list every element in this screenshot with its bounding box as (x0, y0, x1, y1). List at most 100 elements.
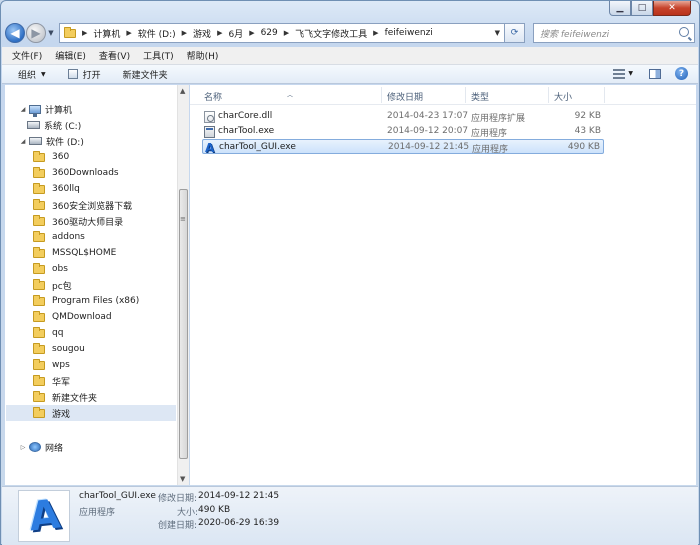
column-size[interactable]: 大小 (554, 90, 572, 103)
view-options-icon[interactable] (613, 68, 626, 79)
address-bar[interactable]: ▶ 计算机 ▶ 软件 (D:) ▶ 游戏 ▶ 6月 ▶ 629 ▶ 飞飞文字修改工具 ▶ feifeiwe… (59, 23, 505, 43)
breadcrumb-item[interactable]: 计算机 (93, 27, 120, 40)
organize-button[interactable]: 组织 ▼ (18, 68, 46, 81)
folder-icon (33, 214, 45, 226)
tree-item-folder[interactable]: obs (33, 261, 68, 277)
tree-item-folder[interactable]: qq (33, 325, 63, 341)
folder-icon (33, 278, 45, 290)
file-modified: 2014-09-12 21:45 (388, 142, 470, 152)
column-type[interactable]: 类型 (471, 90, 489, 103)
breadcrumb-separator-icon[interactable]: ▶ (126, 29, 131, 37)
chevron-down-icon: ▼ (41, 70, 46, 78)
breadcrumb-item[interactable]: feifeiwenzi (385, 28, 433, 38)
scroll-up-icon[interactable]: ▲ (180, 87, 185, 95)
breadcrumb-item[interactable]: 629 (261, 28, 278, 38)
file-thumbnail: A (18, 490, 70, 542)
tree-item-label: 360安全浏览器下载 (52, 201, 133, 212)
search-input[interactable]: 搜索 feifeiwenzi (533, 23, 695, 43)
caption-buttons: ▁ □ ✕ (609, 1, 691, 16)
new-folder-button[interactable]: 新建文件夹 (123, 68, 168, 81)
folder-icon (33, 390, 45, 402)
breadcrumb-separator-icon[interactable]: ▶ (284, 29, 289, 37)
menu-view[interactable]: 查看(V) (99, 49, 130, 62)
details-size-value: 490 KB (198, 505, 231, 515)
tree-item-computer[interactable]: ◢ 计算机 (19, 101, 72, 117)
breadcrumb-item[interactable]: 软件 (D:) (138, 27, 176, 40)
menu-edit[interactable]: 编辑(E) (55, 49, 86, 62)
expand-icon[interactable]: ◢ (19, 106, 27, 113)
tree-item-label: 系统 (C:) (44, 121, 82, 132)
column-modified[interactable]: 修改日期 (387, 90, 423, 103)
tree-item-label: 游戏 (52, 409, 71, 420)
tree-item-label: 新建文件夹 (52, 393, 98, 404)
tree-item-folder[interactable]: sougou (33, 341, 85, 357)
back-button[interactable]: ◀ (5, 23, 25, 43)
scroll-down-icon[interactable]: ▼ (180, 475, 185, 483)
command-bar: 组织 ▼ 打开 新建文件夹 ▼ ? (2, 65, 698, 84)
breadcrumb-item[interactable]: 6月 (228, 27, 243, 40)
file-row[interactable]: AcharTool_GUI.exe 2014-09-12 21:45 应用程序 490… (202, 139, 604, 155)
expand-icon[interactable]: ◢ (19, 138, 27, 145)
menu-help[interactable]: 帮助(H) (187, 49, 219, 62)
open-button[interactable]: 打开 (67, 68, 101, 81)
tree-item-folder[interactable]: 360 (33, 149, 69, 165)
help-icon[interactable]: ? (675, 67, 688, 80)
navigation-scrollbar[interactable]: ▲ ≡ ▼ (177, 85, 189, 485)
tree-item-folder[interactable]: pc包 (33, 277, 72, 293)
app-a-icon: A (26, 491, 62, 541)
file-row[interactable]: charTool.exe 2014-09-12 20:07 应用程序 43 KB (202, 124, 604, 139)
recent-pages-dropdown-icon[interactable]: ▼ (46, 29, 56, 37)
column-name[interactable]: 名称 (204, 90, 222, 103)
breadcrumb-separator-icon[interactable]: ▶ (82, 29, 87, 37)
view-dropdown-icon[interactable]: ▼ (628, 70, 633, 77)
tree-item-network[interactable]: ▷ 网络 (19, 439, 63, 455)
minimize-button[interactable]: ▁ (609, 1, 631, 16)
tree-item-drive-c[interactable]: 系统 (C:) (27, 117, 81, 133)
breadcrumb-separator-icon[interactable]: ▶ (182, 29, 187, 37)
address-dropdown-icon[interactable]: ▼ (495, 29, 500, 37)
tree-item-label: 软件 (D:) (46, 137, 84, 148)
tree-item-label: 网络 (45, 443, 64, 454)
file-size: 490 KB (567, 142, 600, 152)
refresh-button[interactable]: ⟳ (505, 23, 525, 43)
maximize-button[interactable]: □ (631, 1, 653, 16)
tree-item-folder[interactable]: Program Files (x86) (33, 293, 139, 309)
tree-item-folder[interactable]: 华军 (33, 373, 70, 389)
close-button[interactable]: ✕ (653, 1, 691, 16)
forward-button[interactable]: ▶ (26, 23, 46, 43)
app-a-icon: A (205, 141, 215, 155)
breadcrumb-separator-icon[interactable]: ▶ (217, 29, 222, 37)
tree-item-folder[interactable]: wps (33, 357, 70, 373)
menu-tools[interactable]: 工具(T) (143, 49, 174, 62)
file-modified: 2014-04-23 17:07 (387, 111, 469, 121)
folder-icon (33, 198, 45, 210)
breadcrumb-item[interactable]: 游戏 (193, 27, 211, 40)
tree-item-folder[interactable]: QMDownload (33, 309, 112, 325)
menu-file[interactable]: 文件(F) (12, 49, 42, 62)
tree-item-folder[interactable]: 游戏 (6, 405, 176, 421)
dll-icon (204, 111, 215, 123)
breadcrumb-separator-icon[interactable]: ▶ (373, 29, 378, 37)
tree-item-folder[interactable]: MSSQL$HOME (33, 245, 116, 261)
tree-item-folder[interactable]: 360驱动大师目录 (33, 213, 123, 229)
search-icon (679, 27, 689, 37)
tree-item-drive-d[interactable]: ◢ 软件 (D:) (19, 133, 84, 149)
tree-item-folder[interactable]: 新建文件夹 (33, 389, 97, 405)
file-row[interactable]: charCore.dll 2014-04-23 17:07 应用程序扩展 92 KB (202, 109, 604, 124)
tree-item-folder[interactable]: 360llq (33, 181, 80, 197)
breadcrumb-item[interactable]: 飞飞文字修改工具 (295, 27, 367, 40)
tree-item-label: QMDownload (52, 312, 112, 322)
tree-item-folder[interactable]: 360Downloads (33, 165, 119, 181)
tree-item-folder[interactable]: 360安全浏览器下载 (33, 197, 132, 213)
explorer-window: ▁ □ ✕ ◀ ▶ ▼ ▶ 计算机 ▶ 软件 (D:) ▶ 游戏 ▶ 6月 ▶ 629 ▶ 飞飞文字修… (0, 0, 700, 545)
details-created-label: 创建日期: (158, 521, 198, 531)
folder-icon (33, 262, 45, 274)
folder-icon (33, 166, 45, 178)
breadcrumb-separator-icon[interactable]: ▶ (249, 29, 254, 37)
drive-icon (29, 137, 42, 145)
expand-icon[interactable]: ▷ (19, 444, 27, 451)
tree-item-folder[interactable]: addons (33, 229, 85, 245)
details-modified-label: 修改日期: (158, 494, 198, 504)
scrollbar-thumb[interactable] (179, 189, 188, 459)
preview-pane-icon[interactable] (649, 68, 661, 79)
